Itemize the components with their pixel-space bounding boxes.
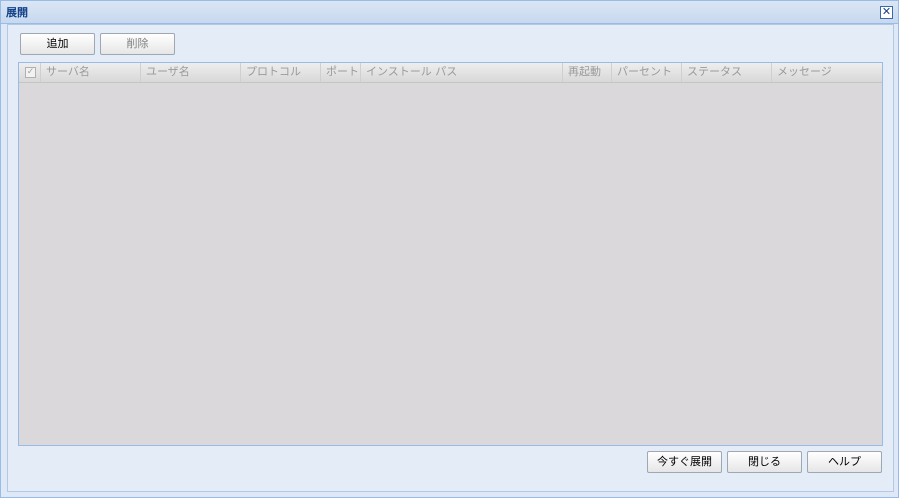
- server-grid: ✓ サーバ名 ユーザ名 プロトコル ポート インストール パス 再起動 パーセン…: [18, 62, 883, 446]
- deploy-dialog: 展開 ✕ 追加 削除 ✓ サーバ名 ユーザ名 プロトコル ポート インストール …: [0, 0, 899, 498]
- help-button[interactable]: ヘルプ: [807, 451, 882, 473]
- add-button[interactable]: 追加: [20, 33, 95, 55]
- column-header-status[interactable]: ステータス: [682, 63, 772, 82]
- column-header-port[interactable]: ポート: [321, 63, 361, 82]
- dialog-title: 展開: [6, 6, 28, 19]
- close-button[interactable]: 閉じる: [727, 451, 802, 473]
- column-header-server-name[interactable]: サーバ名: [41, 63, 141, 82]
- column-header-restart[interactable]: 再起動: [563, 63, 612, 82]
- column-header-protocol[interactable]: プロトコル: [241, 63, 321, 82]
- close-icon[interactable]: ✕: [880, 6, 893, 19]
- column-header-message[interactable]: メッセージ: [772, 63, 882, 82]
- title-bar[interactable]: 展開 ✕: [1, 1, 898, 24]
- select-all-column: ✓: [19, 63, 41, 82]
- delete-button[interactable]: 削除: [100, 33, 175, 55]
- deploy-now-button[interactable]: 今すぐ展開: [647, 451, 722, 473]
- select-all-checkbox[interactable]: ✓: [25, 67, 36, 78]
- column-header-percent[interactable]: パーセント: [612, 63, 682, 82]
- grid-header: ✓ サーバ名 ユーザ名 プロトコル ポート インストール パス 再起動 パーセン…: [19, 63, 882, 83]
- column-header-install-path[interactable]: インストール パス: [361, 63, 563, 82]
- column-header-user-name[interactable]: ユーザ名: [141, 63, 241, 82]
